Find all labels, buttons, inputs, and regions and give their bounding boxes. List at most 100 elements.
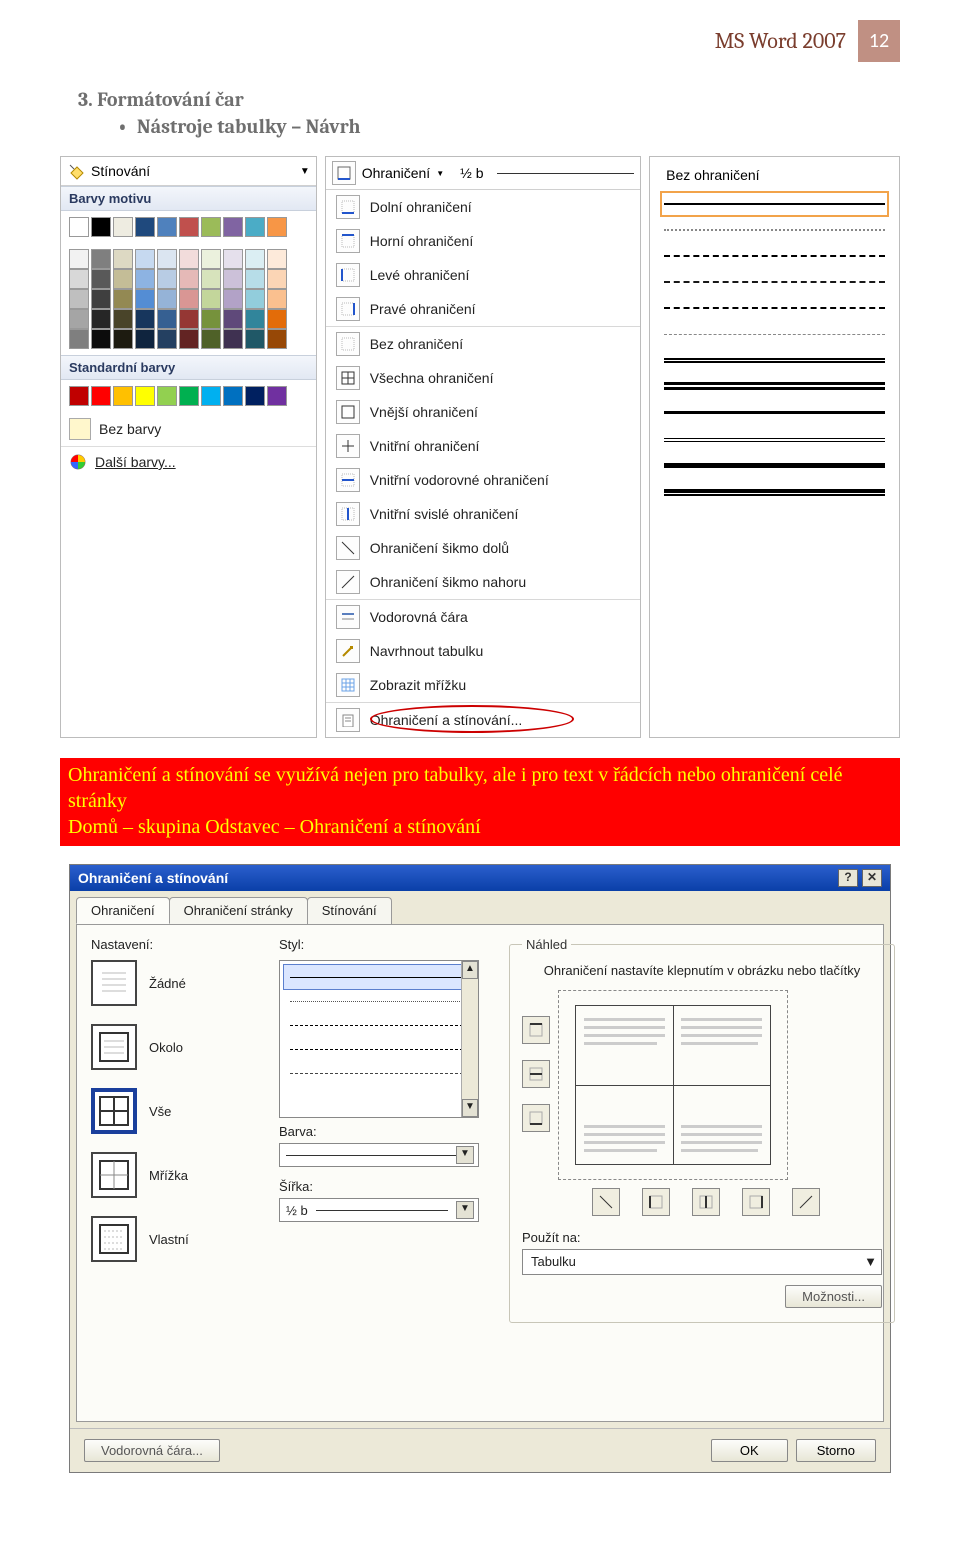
color-swatch[interactable] <box>179 289 199 309</box>
color-swatch[interactable] <box>135 329 155 349</box>
borders-dropdown-item[interactable]: Vnitřní vodorovné ohraničení <box>326 463 640 497</box>
color-swatch[interactable] <box>91 386 111 406</box>
ok-button[interactable]: OK <box>711 1439 788 1462</box>
line-style-option[interactable] <box>660 269 889 295</box>
color-swatch[interactable] <box>201 329 221 349</box>
color-swatch[interactable] <box>245 329 265 349</box>
color-swatch[interactable] <box>91 217 111 237</box>
scrollbar[interactable]: ▲ ▼ <box>461 961 478 1117</box>
borders-dropdown-item[interactable]: Ohraničení šikmo nahoru <box>326 565 640 599</box>
color-swatch[interactable] <box>179 386 199 406</box>
borders-dropdown-item[interactable]: Ohraničení šikmo dolů <box>326 531 640 565</box>
color-swatch[interactable] <box>157 289 177 309</box>
preview-diag-down-button[interactable] <box>592 1188 620 1216</box>
borders-dropdown-item[interactable]: Navrhnout tabulku <box>326 634 640 668</box>
color-swatch[interactable] <box>179 269 199 289</box>
preview-hmiddle-border-button[interactable] <box>522 1060 550 1088</box>
borders-dropdown-item[interactable]: Bez ohraničení <box>326 326 640 361</box>
line-style-option[interactable] <box>660 347 889 373</box>
color-swatch[interactable] <box>223 386 243 406</box>
style-option[interactable] <box>284 1013 474 1037</box>
line-style-option[interactable] <box>660 243 889 269</box>
color-swatch[interactable] <box>157 309 177 329</box>
color-swatch[interactable] <box>113 217 133 237</box>
color-swatch[interactable] <box>91 289 111 309</box>
no-border-option[interactable]: Bez ohraničení <box>660 163 889 191</box>
preview-top-border-button[interactable] <box>522 1016 550 1044</box>
line-style-option[interactable] <box>660 477 889 503</box>
dialog-tab[interactable]: Ohraničení stránky <box>169 897 308 924</box>
color-swatch[interactable] <box>69 386 89 406</box>
color-swatch[interactable] <box>113 386 133 406</box>
borders-dropdown-item[interactable]: Levé ohraničení <box>326 258 640 292</box>
color-combo[interactable]: ▼ <box>279 1143 479 1167</box>
color-swatch[interactable] <box>267 249 287 269</box>
preview-bottom-border-button[interactable] <box>522 1104 550 1132</box>
color-swatch[interactable] <box>201 289 221 309</box>
color-swatch[interactable] <box>223 289 243 309</box>
color-swatch[interactable] <box>245 386 265 406</box>
style-option[interactable] <box>284 989 474 1013</box>
color-swatch[interactable] <box>267 329 287 349</box>
setting-option[interactable]: Vlastní <box>91 1216 261 1262</box>
color-swatch[interactable] <box>267 217 287 237</box>
color-swatch[interactable] <box>157 386 177 406</box>
options-button[interactable]: Možnosti... <box>785 1285 882 1308</box>
color-swatch[interactable] <box>135 217 155 237</box>
color-swatch[interactable] <box>267 289 287 309</box>
preview-diag-up-button[interactable] <box>792 1188 820 1216</box>
setting-option[interactable]: Vše <box>91 1088 261 1134</box>
horizontal-line-button[interactable]: Vodorovná čára... <box>84 1439 220 1462</box>
no-color-item[interactable]: Bez barvy <box>61 412 316 446</box>
color-swatch[interactable] <box>135 309 155 329</box>
color-swatch[interactable] <box>245 269 265 289</box>
setting-option[interactable]: Okolo <box>91 1024 261 1070</box>
color-swatch[interactable] <box>179 329 199 349</box>
help-button[interactable]: ? <box>838 869 858 887</box>
line-style-option[interactable] <box>660 373 889 399</box>
dialog-tab[interactable]: Ohraničení <box>76 897 170 924</box>
line-style-option[interactable] <box>660 191 889 217</box>
more-colors-item[interactable]: Další barvy... <box>61 446 316 477</box>
color-swatch[interactable] <box>135 269 155 289</box>
style-option[interactable] <box>283 964 475 990</box>
pen-width-label[interactable]: ½ b <box>460 165 483 181</box>
color-swatch[interactable] <box>223 249 243 269</box>
line-style-option[interactable] <box>660 399 889 425</box>
color-swatch[interactable] <box>179 249 199 269</box>
style-option[interactable] <box>284 1061 474 1085</box>
color-swatch[interactable] <box>245 289 265 309</box>
color-swatch[interactable] <box>69 249 89 269</box>
color-swatch[interactable] <box>267 386 287 406</box>
line-style-option[interactable] <box>660 425 889 451</box>
color-swatch[interactable] <box>135 289 155 309</box>
color-swatch[interactable] <box>157 217 177 237</box>
color-swatch[interactable] <box>267 269 287 289</box>
borders-button-label[interactable]: Ohraničení <box>362 165 430 181</box>
color-swatch[interactable] <box>223 309 243 329</box>
color-swatch[interactable] <box>91 249 111 269</box>
borders-dropdown-item[interactable]: Dolní ohraničení <box>326 190 640 224</box>
cancel-button[interactable]: Storno <box>796 1439 876 1462</box>
preview-grid[interactable] <box>558 990 788 1180</box>
scroll-down-icon[interactable]: ▼ <box>462 1099 478 1117</box>
close-button[interactable]: ✕ <box>862 869 882 887</box>
color-swatch[interactable] <box>201 269 221 289</box>
color-swatch[interactable] <box>223 217 243 237</box>
shading-button[interactable]: Stínování ▼ <box>61 157 316 186</box>
line-style-option[interactable] <box>660 321 889 347</box>
setting-option[interactable]: Mřížka <box>91 1152 261 1198</box>
color-swatch[interactable] <box>179 217 199 237</box>
color-swatch[interactable] <box>267 309 287 329</box>
color-swatch[interactable] <box>201 249 221 269</box>
setting-option[interactable]: Žádné <box>91 960 261 1006</box>
preview-vmiddle-border-button[interactable] <box>692 1188 720 1216</box>
color-swatch[interactable] <box>69 329 89 349</box>
color-swatch[interactable] <box>91 309 111 329</box>
color-swatch[interactable] <box>157 269 177 289</box>
borders-dropdown-item[interactable]: Vodorovná čára <box>326 599 640 634</box>
borders-dropdown-item[interactable]: Ohraničení a stínování... <box>326 702 640 737</box>
color-swatch[interactable] <box>201 217 221 237</box>
style-listbox[interactable]: ▲ ▼ <box>279 960 479 1118</box>
line-style-option[interactable] <box>660 217 889 243</box>
